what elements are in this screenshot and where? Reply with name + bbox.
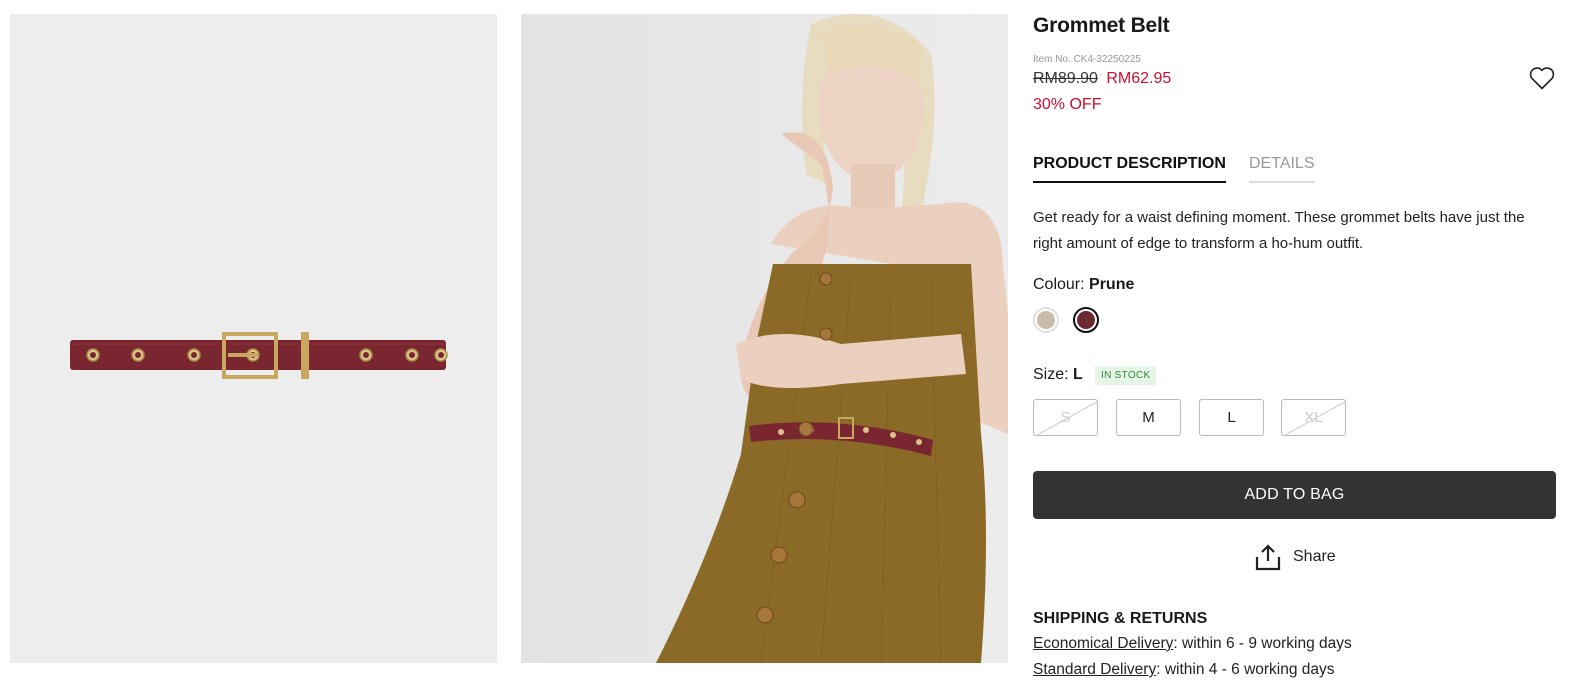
product-image-model[interactable]: [521, 14, 1008, 663]
product-title: Grommet Belt: [1033, 14, 1170, 37]
model-illustration: [521, 14, 1008, 663]
stock-status-badge: IN STOCK: [1095, 366, 1157, 385]
colour-swatch-prune[interactable]: [1073, 307, 1099, 333]
belt-illustration: [70, 332, 448, 379]
economical-delivery-time: : within 6 - 9 working days: [1173, 635, 1352, 652]
product-info-panel: Grommet Belt Item No. CK4-32250225 RM89.…: [1033, 0, 1557, 690]
colour-swatch-beige[interactable]: [1033, 307, 1059, 333]
tab-product-description[interactable]: PRODUCT DESCRIPTION: [1033, 155, 1226, 183]
colour-label: Colour: Prune: [1033, 276, 1134, 294]
share-label: Share: [1293, 548, 1336, 565]
standard-delivery-link[interactable]: Standard Delivery: [1033, 661, 1156, 678]
original-price: RM89.90: [1033, 70, 1098, 87]
add-to-bag-button[interactable]: ADD TO BAG: [1033, 471, 1556, 519]
item-number: Item No. CK4-32250225: [1033, 54, 1141, 65]
size-option-xl[interactable]: XL: [1281, 399, 1346, 436]
size-label: Size: L: [1033, 366, 1083, 384]
swatch-color-dot: [1037, 311, 1055, 329]
size-selected: L: [1073, 366, 1083, 383]
swatch-color-dot: [1077, 311, 1095, 329]
heart-icon: [1529, 67, 1555, 90]
product-description-text: Get ready for a waist defining moment. T…: [1033, 209, 1525, 252]
price-row: RM89.90 RM62.95: [1033, 70, 1171, 88]
colour-selected-name: Prune: [1089, 276, 1135, 293]
share-button[interactable]: Share: [1255, 542, 1336, 572]
size-option-l[interactable]: L: [1199, 399, 1264, 436]
economical-delivery-link[interactable]: Economical Delivery: [1033, 635, 1173, 652]
shipping-option-standard: Standard Delivery: within 4 - 6 working …: [1033, 661, 1335, 679]
size-option-m[interactable]: M: [1116, 399, 1181, 436]
share-upload-icon: [1255, 544, 1281, 571]
wishlist-heart-icon[interactable]: [1528, 64, 1556, 92]
standard-delivery-time: : within 4 - 6 working days: [1156, 661, 1335, 678]
tab-details[interactable]: DETAILS: [1249, 155, 1315, 183]
shipping-option-economical: Economical Delivery: within 6 - 9 workin…: [1033, 635, 1352, 653]
product-image-belt[interactable]: [10, 14, 497, 663]
size-label-text: Size:: [1033, 366, 1069, 383]
sale-price: RM62.95: [1106, 70, 1172, 87]
shipping-returns-heading: SHIPPING & RETURNS: [1033, 610, 1208, 627]
discount-label: 30% OFF: [1033, 96, 1102, 113]
product-tabs: PRODUCT DESCRIPTION DETAILS: [1033, 155, 1557, 185]
size-option-s[interactable]: S: [1033, 399, 1098, 436]
colour-label-text: Colour:: [1033, 276, 1085, 293]
